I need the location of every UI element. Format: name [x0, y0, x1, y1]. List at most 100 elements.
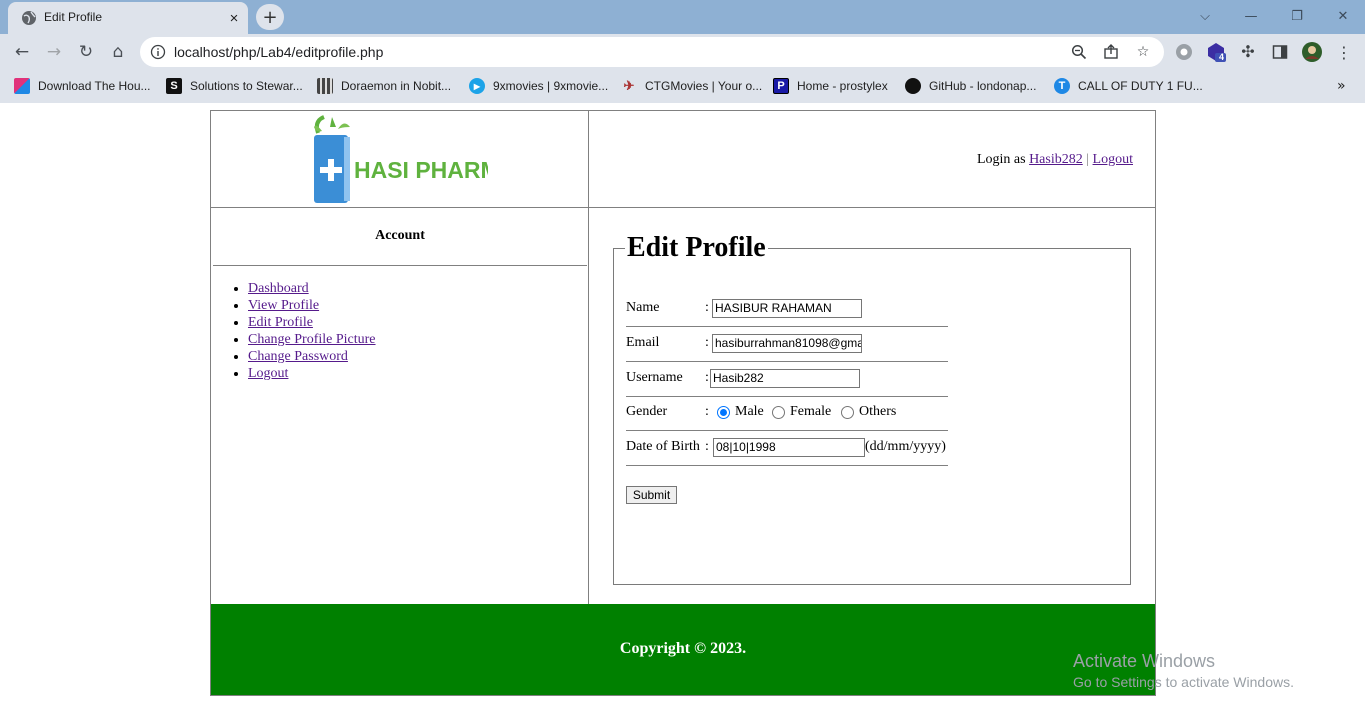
bookmark-item[interactable]: S Solutions to Stewar...	[166, 76, 303, 96]
qr-icon	[317, 78, 333, 94]
tab-close-icon[interactable]: ×	[224, 8, 244, 28]
dob-label: Date of Birth	[626, 439, 700, 454]
bookmarks-bar: Download The Hou... S Solutions to Stewa…	[0, 70, 1365, 103]
dob-row: Date of Birth : 08|10|1998 (dd/mm/yyyy)	[626, 431, 948, 466]
bookmark-label: Doraemon in Nobit...	[341, 79, 452, 93]
bookmark-item[interactable]: T CALL OF DUTY 1 FU...	[1054, 76, 1203, 96]
s-logo-icon: S	[166, 78, 182, 94]
ship-icon: ✈	[623, 78, 635, 93]
side-panel-icon[interactable]	[1270, 42, 1290, 62]
email-label: Email	[626, 335, 660, 350]
back-arrow-icon[interactable]: ←	[10, 40, 34, 64]
sidebar-divider	[213, 265, 587, 266]
dashboard-link[interactable]: Dashboard	[248, 281, 309, 296]
windows-activation-watermark: Activate Windows Go to Settings to activ…	[1073, 651, 1294, 690]
sidebar-item-dashboard: Dashboard	[248, 280, 376, 297]
hasi-pharma-logo: HASI PHARMA	[314, 115, 488, 203]
puzzle-extensions-icon[interactable]: ✣	[1238, 42, 1258, 62]
browser-chrome: Edit Profile × + ⌵ — ❐ ✕ ← → ↻ ⌂ localho…	[0, 0, 1365, 103]
url-text[interactable]: localhost/php/Lab4/editprofile.php	[174, 44, 383, 60]
extension-record-icon[interactable]	[1174, 42, 1194, 62]
more-bookmarks-icon[interactable]: »	[1337, 76, 1346, 96]
change-password-link[interactable]: Change Password	[248, 349, 348, 364]
copyright-text: Copyright © 2023.	[619, 640, 747, 657]
t-logo-icon: T	[1054, 78, 1070, 94]
tab-edit-profile[interactable]: Edit Profile ×	[8, 2, 248, 34]
info-icon[interactable]	[150, 44, 166, 60]
zoom-icon[interactable]	[1070, 43, 1088, 61]
bookmark-item[interactable]: Doraemon in Nobit...	[317, 76, 451, 96]
email-field[interactable]: hasiburrahman81098@gmail.com	[712, 334, 862, 353]
submit-button[interactable]: Submit	[626, 486, 677, 504]
change-profile-picture-link[interactable]: Change Profile Picture	[248, 332, 376, 347]
email-colon: :	[705, 335, 709, 350]
bookmark-label: GitHub - londonap...	[929, 79, 1037, 93]
profile-avatar-icon[interactable]	[1302, 42, 1322, 62]
sidebar-logout-link[interactable]: Logout	[248, 366, 288, 381]
home-icon[interactable]: ⌂	[106, 40, 130, 64]
address-bar[interactable]: localhost/php/Lab4/editprofile.php ☆	[140, 37, 1164, 67]
bookmark-item[interactable]: P Home - prostylex	[773, 76, 888, 96]
login-separator: |	[1086, 152, 1090, 167]
bookmark-item[interactable]: Download The Hou...	[14, 76, 151, 96]
email-row: Email : hasiburrahman81098@gmail.com	[626, 327, 948, 362]
login-prefix: Login as	[976, 152, 1026, 167]
gender-male-label: Male	[735, 404, 764, 419]
tab-search-chevron-icon[interactable]: ⌵	[1193, 6, 1217, 26]
browser-toolbar: ← → ↻ ⌂ localhost/php/Lab4/editprofile.p…	[0, 34, 1365, 70]
gender-others-radio[interactable]	[841, 406, 854, 419]
username-field[interactable]: Hasib282	[710, 369, 860, 388]
globe-icon	[22, 11, 36, 25]
username-label: Username	[626, 370, 683, 385]
sidebar-item-logout: Logout	[248, 365, 376, 382]
forward-arrow-icon[interactable]: →	[42, 40, 66, 64]
bookmark-item[interactable]: ✈ CTGMovies | Your o...	[621, 76, 763, 96]
bookmark-label: CALL OF DUTY 1 FU...	[1078, 79, 1203, 93]
gender-colon: :	[705, 404, 709, 419]
sidebar-item-change-password: Change Password	[248, 348, 376, 365]
gender-row: Gender : Male Female Others	[626, 396, 948, 431]
header-logout-link[interactable]: Logout	[1093, 152, 1133, 167]
dob-field[interactable]: 08|10|1998	[713, 438, 865, 457]
logo-wordmark: HASI PHARMA	[354, 157, 488, 183]
page-title: Edit Profile	[627, 232, 766, 263]
main-content: Edit Profile Name : HASIBUR RAHAMAN Emai…	[589, 208, 1155, 604]
username-link[interactable]: Hasib282	[1029, 152, 1083, 167]
reload-icon[interactable]: ↻	[74, 40, 98, 64]
gender-others-label: Others	[859, 404, 897, 419]
p-logo-icon: P	[773, 78, 789, 94]
minimize-icon[interactable]: —	[1239, 6, 1263, 26]
menu-kebab-icon[interactable]: ⋮	[1334, 42, 1354, 62]
name-colon: :	[705, 300, 709, 315]
gender-male-radio[interactable]	[717, 406, 730, 419]
bookmark-item[interactable]: GitHub - londonap...	[905, 76, 1036, 96]
sidebar-item-view-profile: View Profile	[248, 297, 376, 314]
view-profile-link[interactable]: View Profile	[248, 298, 319, 313]
name-row: Name : HASIBUR RAHAMAN	[626, 292, 948, 327]
edit-profile-link[interactable]: Edit Profile	[248, 315, 313, 330]
window-close-icon[interactable]: ✕	[1331, 6, 1355, 26]
dob-format-hint: (dd/mm/yyyy)	[865, 439, 946, 454]
restore-icon[interactable]: ❐	[1285, 6, 1309, 26]
bookmark-star-icon[interactable]: ☆	[1134, 43, 1152, 61]
bookmark-item[interactable]: ▶ 9xmovies | 9xmovie...	[469, 76, 608, 96]
gender-female-radio[interactable]	[772, 406, 785, 419]
play-icon: ▶	[469, 78, 485, 94]
username-row: Username : Hasib282	[626, 362, 948, 397]
sidebar-menu: Dashboard View Profile Edit Profile Chan…	[232, 280, 376, 382]
new-tab-button[interactable]: +	[256, 4, 284, 30]
bookmark-label: CTGMovies | Your o...	[645, 79, 763, 93]
bookmark-label: Download The Hou...	[38, 79, 151, 93]
login-cell: Login as Hasib282 | Logout	[589, 111, 1155, 208]
extension-badge-icon[interactable]: 4	[1206, 42, 1226, 62]
name-field[interactable]: HASIBUR RAHAMAN	[712, 299, 862, 318]
sidebar-title: Account	[375, 228, 425, 243]
sidebar-item-change-picture: Change Profile Picture	[248, 331, 376, 348]
share-icon[interactable]	[1102, 43, 1120, 61]
github-icon	[905, 78, 921, 94]
bookmark-label: Home - prostylex	[797, 79, 888, 93]
sidebar-item-edit-profile: Edit Profile	[248, 314, 376, 331]
username-colon: :	[705, 370, 709, 385]
dob-colon: :	[705, 439, 709, 454]
login-status: Login as Hasib282 | Logout	[977, 152, 1133, 168]
